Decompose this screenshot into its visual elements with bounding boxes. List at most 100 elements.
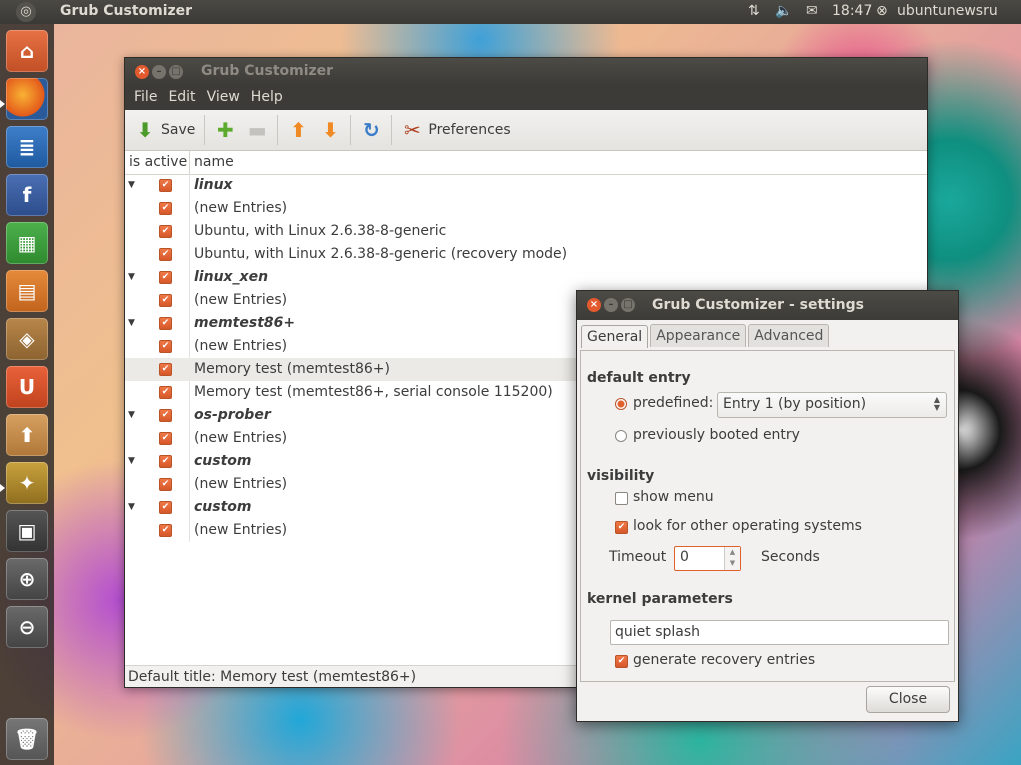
column-active[interactable]: is active [125,151,190,174]
timeout-value: 0 [680,549,689,565]
table-row[interactable]: ▼ ✔ linux [125,174,927,197]
ubuntu-one-icon[interactable]: U [6,366,48,408]
menu-help[interactable]: Help [246,86,289,110]
active-checkbox[interactable]: ✔ [159,248,172,261]
timeout-label: Timeout [609,549,667,565]
expander-arrow-icon[interactable]: ▼ [128,404,135,427]
running-indicator [0,484,5,492]
look-for-os-checkbox[interactable]: ✔ [615,521,628,534]
active-checkbox[interactable]: ✔ [159,340,172,353]
firefox-icon[interactable] [6,78,48,120]
close-window-icon[interactable]: × [135,65,149,79]
menu-file[interactable]: File [129,86,163,110]
expander-arrow-icon[interactable]: ▼ [128,450,135,473]
launcher: ⌂ ≣ f ▦ ▤ ◈ U ⬆ ✦ ▣ ⊕ ⊖ 🗑 [0,24,54,765]
table-row[interactable]: ✔ Ubuntu, with Linux 2.6.38-8-generic [125,220,927,243]
save-button[interactable]: ⬇ Save [129,114,200,146]
tools-icon: ✂ [403,118,421,142]
menu-view[interactable]: View [202,86,246,110]
remove-button[interactable]: ▬ [241,114,273,146]
ubuntu-logo-icon[interactable]: ◎ [16,2,36,22]
user-name[interactable]: ubuntunewsru [897,3,998,19]
kernel-params-input[interactable]: quiet splash [610,620,949,645]
expander-arrow-icon[interactable]: ▼ [128,312,135,335]
expander-arrow-icon[interactable]: ▼ [128,496,135,519]
tab-appearance[interactable]: Appearance [650,324,747,347]
toolbar: ⬇ Save ✚ ▬ ⬆ ⬇ ↻ ✂ Preferences [125,110,927,151]
timeout-spinner[interactable]: 0 ▲ ▼ [674,546,741,571]
spinner-arrows-icon[interactable]: ▲ ▼ [724,547,740,570]
volume-icon[interactable]: 🔈 [775,3,792,19]
zoom-out-icon[interactable]: ⊖ [6,606,48,648]
show-menu-checkbox[interactable] [615,492,628,505]
zoom-in-icon[interactable]: ⊕ [6,558,48,600]
table-row[interactable]: ▼ ✔ linux_xen [125,266,927,289]
predefined-label: predefined: [633,395,714,411]
active-checkbox[interactable]: ✔ [159,432,172,445]
grub-customizer-icon[interactable]: ✦ [6,462,48,504]
entry-name: Ubuntu, with Linux 2.6.38-8-generic [194,223,447,239]
calc-icon[interactable]: ▦ [6,222,48,264]
move-down-button[interactable]: ⬇ [314,114,346,146]
active-checkbox[interactable]: ✔ [159,363,172,376]
active-checkbox[interactable]: ✔ [159,294,172,307]
move-up-button[interactable]: ⬆ [282,114,314,146]
close-button[interactable]: Close [866,686,950,713]
active-checkbox[interactable]: ✔ [159,317,172,330]
active-checkbox[interactable]: ✔ [159,524,172,537]
maximize-window-icon[interactable]: □ [169,65,183,79]
settings-titlebar[interactable]: × – □ Grub Customizer - settings [577,291,958,320]
facebook-icon[interactable]: f [6,174,48,216]
active-checkbox[interactable]: ✔ [159,478,172,491]
home-folder-icon[interactable]: ⌂ [6,30,48,72]
expander-arrow-icon[interactable]: ▼ [128,174,135,197]
column-name[interactable]: name [190,151,234,174]
entry-name: (new Entries) [194,200,288,216]
trash-icon[interactable]: 🗑 [6,718,48,760]
network-icon[interactable]: ⇅ [748,3,760,19]
active-checkbox[interactable]: ✔ [159,455,172,468]
general-panel: default entry predefined: Entry 1 (by po… [580,350,955,682]
active-checkbox[interactable]: ✔ [159,501,172,514]
workspaces-icon[interactable]: ▣ [6,510,48,552]
toolbar-separator [350,115,352,145]
active-checkbox[interactable]: ✔ [159,386,172,399]
archive-icon[interactable]: ⬆ [6,414,48,456]
plus-icon: ✚ [216,118,234,142]
entry-name: (new Entries) [194,476,288,492]
default-entry-select[interactable]: Entry 1 (by position) ▲ ▼ [717,392,947,418]
save-label: Save [161,122,196,138]
close-dialog-icon[interactable]: × [587,298,601,312]
active-checkbox[interactable]: ✔ [159,225,172,238]
writer-icon[interactable]: ≣ [6,126,48,168]
mail-icon[interactable]: ✉ [806,3,818,19]
settings-title: Grub Customizer - settings [652,297,864,313]
minimize-dialog-icon[interactable]: – [604,298,618,312]
expander-arrow-icon[interactable]: ▼ [128,266,135,289]
reload-button[interactable]: ↻ [355,114,387,146]
entry-name: memtest86+ [194,315,296,331]
add-button[interactable]: ✚ [209,114,241,146]
tab-advanced[interactable]: Advanced [748,324,830,347]
predefined-radio[interactable] [615,398,627,410]
active-checkbox[interactable]: ✔ [159,409,172,422]
software-center-icon[interactable]: ◈ [6,318,48,360]
active-checkbox[interactable]: ✔ [159,179,172,192]
maximize-dialog-icon[interactable]: □ [621,298,635,312]
session-icon[interactable]: ⊗ [876,3,888,19]
active-checkbox[interactable]: ✔ [159,271,172,284]
active-checkbox[interactable]: ✔ [159,202,172,215]
preferences-button[interactable]: ✂ Preferences [396,114,515,146]
menu-edit[interactable]: Edit [163,86,201,110]
clock[interactable]: 18:47 [832,3,872,19]
arrow-up-icon: ⬆ [289,118,307,142]
impress-icon[interactable]: ▤ [6,270,48,312]
seconds-label: Seconds [761,549,820,565]
recovery-checkbox[interactable]: ✔ [615,655,628,668]
minimize-window-icon[interactable]: – [152,65,166,79]
table-row[interactable]: ✔ (new Entries) [125,197,927,220]
tab-general[interactable]: General [581,325,649,348]
table-row[interactable]: ✔ Ubuntu, with Linux 2.6.38-8-generic (re… [125,243,927,266]
main-titlebar[interactable]: × – □ Grub Customizer [125,58,927,86]
previously-booted-radio[interactable] [615,430,627,442]
